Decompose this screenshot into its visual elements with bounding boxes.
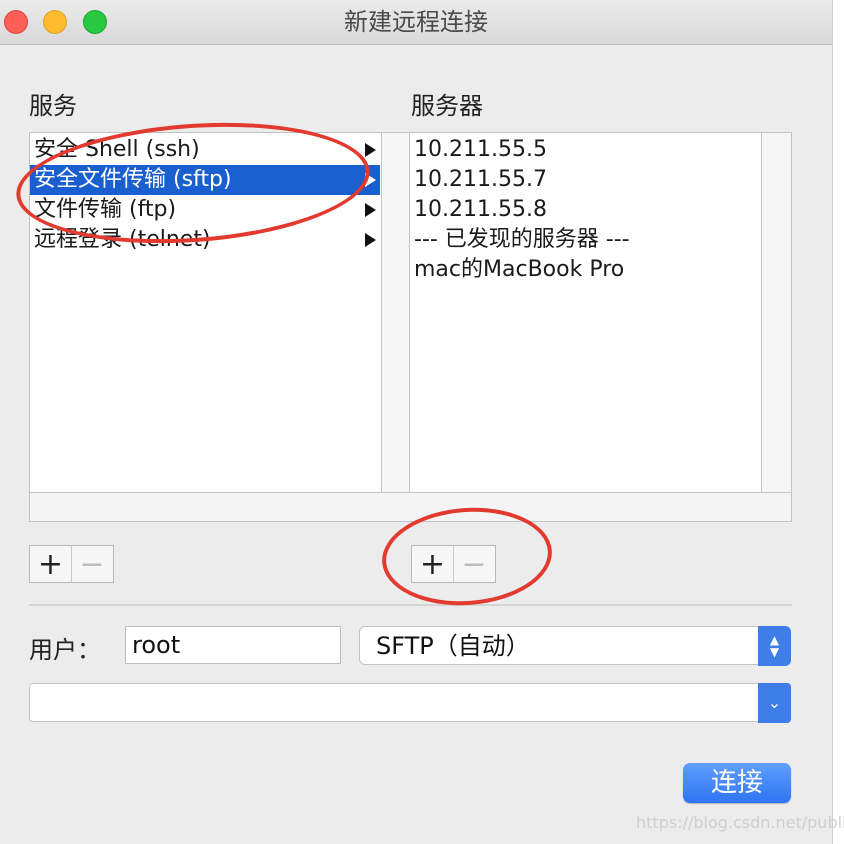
service-item-label: 文件传输 (ftp) [34, 197, 177, 222]
service-item-ssh[interactable]: 安全 Shell (ssh) [30, 135, 380, 165]
services-header: 服务 [29, 92, 77, 120]
user-label: 用户： [29, 636, 101, 664]
service-item-telnet[interactable]: 远程登录 (telnet) [30, 225, 380, 255]
server-item[interactable]: mac的MacBook Pro [410, 255, 760, 285]
service-item-sftp[interactable]: 安全文件传输 (sftp) [30, 165, 380, 195]
chevron-down-icon[interactable]: ⌄ [758, 683, 791, 723]
user-input[interactable]: root [125, 626, 341, 664]
disclosure-arrow-icon [365, 173, 376, 187]
remove-server-button[interactable]: − [453, 546, 494, 582]
disclosure-arrow-icon [365, 203, 376, 217]
title-bar: 新建远程连接 [0, 0, 832, 45]
discovered-servers-separator: --- 已发现的服务器 --- [414, 227, 630, 252]
up-down-chevron-icon[interactable]: ▲ ▼ [758, 626, 791, 666]
connect-button[interactable]: 连接 [683, 763, 791, 803]
list-footer-bar [29, 492, 792, 522]
server-item[interactable]: 10.211.55.7 [410, 165, 760, 195]
new-remote-connection-window: 新建远程连接 服务 服务器 安全 Shell (ssh) 安全文件传输 (sft… [0, 0, 844, 844]
servers-header: 服务器 [411, 92, 483, 120]
server-item[interactable]: 10.211.55.8 [410, 195, 760, 225]
disclosure-arrow-icon [365, 233, 376, 247]
add-service-button[interactable]: + [30, 546, 71, 582]
column-divider [381, 132, 410, 494]
disclosure-arrow-icon [365, 143, 376, 157]
service-item-label: 安全 Shell (ssh) [34, 137, 200, 162]
services-add-remove: + − [29, 545, 114, 583]
watermark: https://blog.csdn.net/publicc [636, 813, 844, 832]
services-list[interactable]: 安全 Shell (ssh) 安全文件传输 (sftp) 文件传输 (ftp) … [29, 132, 382, 494]
servers-scroll-gutter[interactable] [761, 132, 792, 494]
host-combo-box[interactable]: ⌄ [29, 683, 791, 723]
window-title: 新建远程连接 [344, 8, 488, 36]
remove-service-button[interactable]: − [71, 546, 112, 582]
divider [29, 604, 792, 606]
service-item-ftp[interactable]: 文件传输 (ftp) [30, 195, 380, 225]
server-item[interactable]: 10.211.55.5 [410, 135, 760, 165]
service-item-label: 安全文件传输 (sftp) [34, 167, 232, 192]
add-server-button[interactable]: + [412, 546, 453, 582]
servers-add-remove: + − [411, 545, 496, 583]
service-item-label: 远程登录 (telnet) [34, 227, 211, 252]
protocol-select[interactable]: SFTP（自动） ▲ ▼ [359, 626, 791, 666]
servers-list[interactable]: 10.211.55.5 10.211.55.7 10.211.55.8 --- … [409, 132, 762, 494]
protocol-select-value: SFTP（自动） [376, 632, 530, 660]
